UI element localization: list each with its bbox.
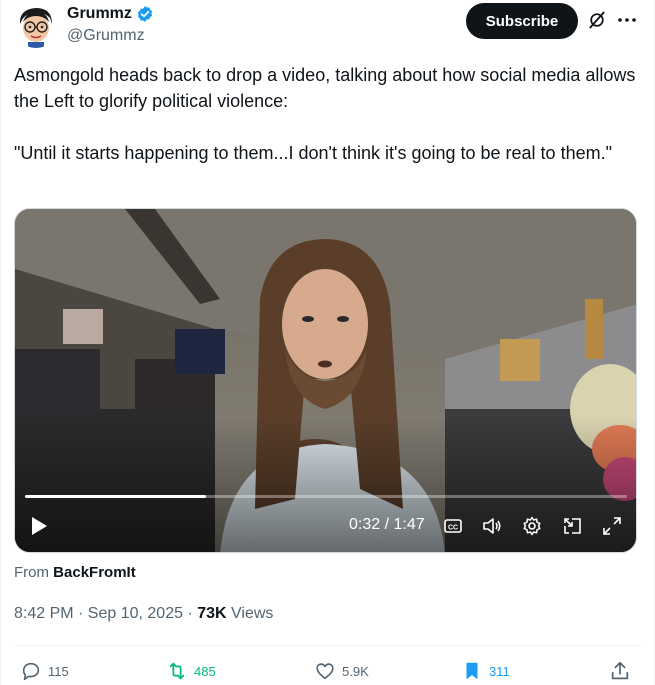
retweet-count: 485 xyxy=(194,663,216,679)
pip-icon[interactable] xyxy=(562,515,584,537)
fullscreen-icon[interactable] xyxy=(601,515,623,537)
views-label: Views xyxy=(226,605,274,622)
tweet-paragraph-1: Asmongold heads back to drop a video, ta… xyxy=(14,65,636,111)
source-prefix: From xyxy=(14,564,54,581)
bookmark-button[interactable]: 311 xyxy=(461,660,510,682)
video-progress-bar[interactable] xyxy=(25,495,627,498)
reply-count: 115 xyxy=(48,663,69,679)
views-count: 73K xyxy=(197,605,227,622)
like-button[interactable]: 5.9K xyxy=(314,660,369,682)
tweet-text: Asmongold heads back to drop a video, ta… xyxy=(14,62,639,166)
author-name-row[interactable]: Grummz xyxy=(67,5,154,23)
cartoon-avatar-icon xyxy=(14,4,58,48)
subscribe-button[interactable]: Subscribe xyxy=(466,3,578,39)
author-handle[interactable]: @Grummz xyxy=(67,27,145,45)
divider xyxy=(14,645,642,646)
grok-icon[interactable] xyxy=(587,10,607,30)
more-dots-icon[interactable] xyxy=(615,8,639,32)
retweet-icon xyxy=(169,662,185,680)
retweet-button[interactable]: 485 xyxy=(166,660,216,682)
heart-icon xyxy=(316,663,334,680)
verified-badge-icon xyxy=(136,5,154,23)
reply-button[interactable]: 115 xyxy=(20,660,69,682)
bookmark-icon xyxy=(466,662,478,680)
share-icon xyxy=(611,661,629,680)
play-icon[interactable] xyxy=(29,515,49,537)
video-time: 0:32 / 1:47 xyxy=(349,516,425,533)
volume-icon[interactable] xyxy=(481,515,503,537)
bookmark-count: 311 xyxy=(489,663,510,679)
tweet-paragraph-2: "Until it starts happening to them...I d… xyxy=(14,143,612,163)
author-display-name[interactable]: Grummz xyxy=(67,5,132,23)
video-source: From BackFromIt xyxy=(14,564,136,581)
like-count: 5.9K xyxy=(342,663,369,679)
source-account-link[interactable]: BackFromIt xyxy=(53,564,136,581)
settings-icon[interactable] xyxy=(521,515,543,537)
reply-icon xyxy=(22,662,40,681)
video-progress-fill xyxy=(25,495,206,498)
captions-icon[interactable]: CC xyxy=(442,515,464,537)
tweet-meta: 8:42 PM · Sep 10, 2025 · 73K Views xyxy=(14,605,273,623)
tweet-card: Grummz @Grummz Subscribe Asmongold heads… xyxy=(0,0,655,685)
author-avatar[interactable] xyxy=(14,4,58,48)
video-player[interactable]: 0:32 / 1:47 CC xyxy=(14,208,637,553)
share-button[interactable] xyxy=(609,660,631,682)
tweet-timestamp[interactable]: 8:42 PM · Sep 10, 2025 · xyxy=(14,605,197,622)
svg-text:CC: CC xyxy=(448,525,458,532)
video-frame xyxy=(15,209,636,552)
